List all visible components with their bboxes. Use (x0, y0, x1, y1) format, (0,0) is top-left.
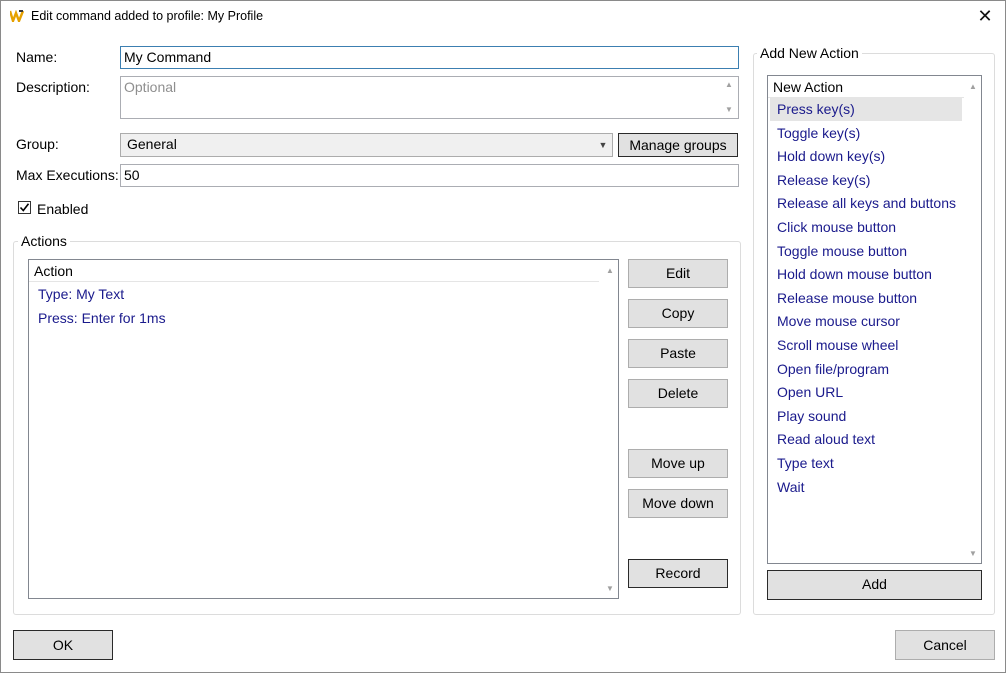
group-label: Group: (16, 136, 59, 152)
copy-button[interactable]: Copy (628, 299, 728, 328)
cancel-button[interactable]: Cancel (895, 630, 995, 660)
window-title: Edit command added to profile: My Profil… (31, 9, 264, 23)
edit-button[interactable]: Edit (628, 259, 728, 288)
new-action-column-header[interactable]: New Action (768, 76, 964, 98)
actions-scrollbar[interactable]: ▲ ▼ (601, 260, 618, 598)
edit-command-dialog: Edit command added to profile: My Profil… (0, 0, 1006, 673)
manage-groups-button[interactable]: Manage groups (618, 133, 738, 157)
name-value: My Command (124, 49, 212, 65)
checkmark-icon (19, 203, 30, 212)
new-action-item[interactable]: Release key(s) (770, 169, 962, 192)
new-action-scrollbar[interactable]: ▲ ▼ (964, 76, 981, 563)
scroll-down-icon[interactable]: ▼ (966, 547, 980, 561)
new-action-list[interactable]: New Action ▲ ▼ Press key(s) Toggle key(s)… (767, 75, 982, 564)
action-list-item[interactable]: Type: My Text (38, 286, 124, 302)
name-field[interactable]: My Command (120, 46, 739, 69)
new-action-item[interactable]: Toggle key(s) (770, 122, 962, 145)
scroll-down-icon[interactable]: ▼ (722, 103, 736, 117)
scroll-up-icon[interactable]: ▲ (722, 78, 736, 92)
new-action-item[interactable]: Hold down mouse button (770, 263, 962, 286)
max-executions-value: 50 (124, 167, 140, 183)
add-button[interactable]: Add (767, 570, 982, 600)
close-icon[interactable]: ✕ (973, 5, 997, 29)
add-new-action-title: Add New Action (757, 45, 862, 61)
chevron-down-icon: ▼ (598, 140, 608, 150)
actions-list[interactable]: Action ▲ ▼ Type: My Text Press: Enter fo… (28, 259, 619, 599)
new-action-item[interactable]: Open file/program (770, 358, 962, 381)
actions-column-header[interactable]: Action (29, 260, 599, 282)
new-action-item[interactable]: Read aloud text (770, 428, 962, 451)
new-action-item[interactable]: Move mouse cursor (770, 310, 962, 333)
delete-button[interactable]: Delete (628, 379, 728, 408)
new-action-item[interactable]: Hold down key(s) (770, 145, 962, 168)
max-executions-label: Max Executions: (16, 167, 119, 183)
actions-group-title: Actions (18, 233, 70, 249)
new-action-item[interactable]: Release mouse button (770, 287, 962, 310)
max-executions-field[interactable]: 50 (120, 164, 739, 187)
name-label: Name: (16, 49, 58, 65)
description-placeholder: Optional (124, 79, 177, 95)
new-action-item[interactable]: Type text (770, 452, 962, 475)
new-action-item[interactable]: Press key(s) (770, 98, 962, 121)
group-combobox[interactable]: General ▼ (120, 133, 613, 157)
scroll-down-icon[interactable]: ▼ (603, 582, 617, 596)
title-bar: Edit command added to profile: My Profil… (1, 1, 1005, 33)
new-action-item[interactable]: Wait (770, 476, 962, 499)
new-action-item[interactable]: Scroll mouse wheel (770, 334, 962, 357)
description-field[interactable]: Optional ▲ ▼ (120, 76, 739, 119)
ok-button[interactable]: OK (13, 630, 113, 660)
scroll-up-icon[interactable]: ▲ (603, 264, 617, 278)
new-action-item[interactable]: Open URL (770, 381, 962, 404)
enabled-checkbox[interactable] (18, 201, 31, 214)
move-up-button[interactable]: Move up (628, 449, 728, 478)
paste-button[interactable]: Paste (628, 339, 728, 368)
new-action-item[interactable]: Release all keys and buttons (770, 192, 962, 215)
description-label: Description: (16, 79, 90, 95)
w-logo-icon (10, 10, 25, 22)
action-list-item[interactable]: Press: Enter for 1ms (38, 310, 166, 326)
record-button[interactable]: Record (628, 559, 728, 588)
move-down-button[interactable]: Move down (628, 489, 728, 518)
new-action-item[interactable]: Play sound (770, 405, 962, 428)
scroll-up-icon[interactable]: ▲ (966, 80, 980, 94)
new-action-item[interactable]: Toggle mouse button (770, 240, 962, 263)
new-action-item[interactable]: Click mouse button (770, 216, 962, 239)
group-value: General (127, 136, 177, 152)
enabled-label: Enabled (37, 201, 89, 217)
